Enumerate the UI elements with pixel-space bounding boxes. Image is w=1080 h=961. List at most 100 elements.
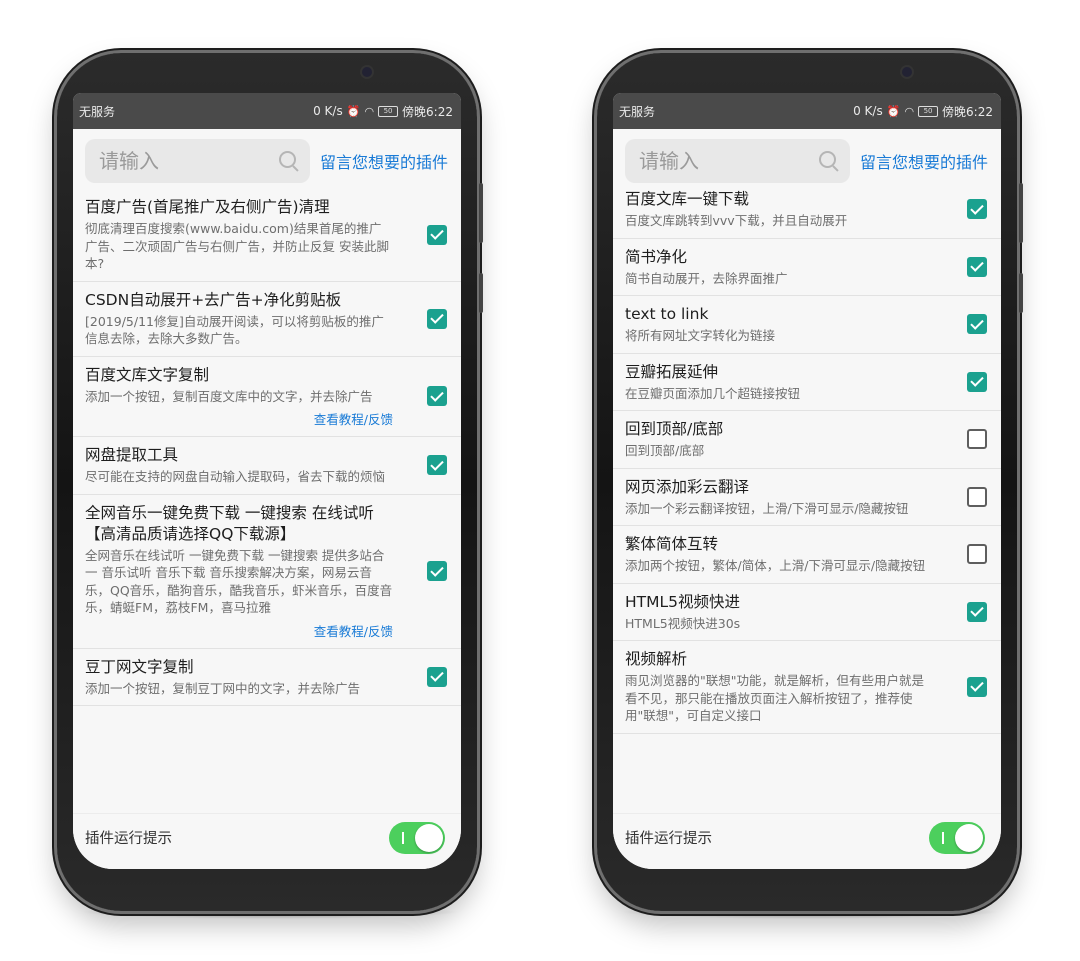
checkbox-checked-icon[interactable] <box>967 601 987 622</box>
plugin-item[interactable]: 豆瓣拓展延伸在豆瓣页面添加几个超链接按钮 <box>613 354 1001 411</box>
checkbox-unchecked-icon[interactable] <box>967 429 987 450</box>
screen: 无服务 0 K/s ⏰ ◠ 50 傍晚6:22 留言您想要的插件 百度文库一键下… <box>613 93 1001 869</box>
plugin-item[interactable]: CSDN自动展开+去广告+净化剪贴板 [2019/5/11修复]自动展开阅读，可以… <box>73 282 461 357</box>
plugin-description: 全网音乐在线试听 一键免费下载 一键搜索 提供多站合一 音乐试听 音乐下载 音乐… <box>85 547 393 616</box>
search-input[interactable] <box>97 148 271 174</box>
bottom-bar: 插件运行提示 <box>73 813 461 869</box>
plugin-description: 彻底清理百度搜索(www.baidu.com)结果首尾的推广广告、二次顽固广告与… <box>85 221 389 271</box>
plugin-title: 繁体简体互转 <box>625 535 719 553</box>
wifi-icon: ◠ <box>364 104 375 118</box>
plugin-description: 添加一个彩云翻译按钮，上滑/下滑可显示/隐藏按钮 <box>625 500 909 516</box>
screen: 无服务 0 K/s ⏰ ◠ 50 傍晚6:22 留言您想要的插件 百度广告(首尾… <box>73 93 461 869</box>
plugin-list: 百度文库一键下载百度文库跳转到vvv下载，并且自动展开简书净化简书自动展开，去除… <box>613 181 1001 813</box>
wifi-icon: ◠ <box>904 104 915 118</box>
plugin-item[interactable]: 视频解析雨见浏览器的"联想"功能，就是解析，但有些用户就是看不见，那只能在播放页… <box>613 641 1001 734</box>
search-box[interactable] <box>625 139 850 183</box>
plugin-item[interactable]: 网页添加彩云翻译添加一个彩云翻译按钮，上滑/下滑可显示/隐藏按钮 <box>613 469 1001 526</box>
plugin-description: 将所有网址文字转化为链接 <box>625 328 776 343</box>
plugin-description: 添加一个按钮，复制豆丁网中的文字，并去除广告 <box>85 680 361 696</box>
clock: 傍晚6:22 <box>942 104 993 119</box>
plugin-item[interactable]: 百度广告(首尾推广及右侧广告)清理彻底清理百度搜索(www.baidu.com)… <box>73 189 461 282</box>
checkbox-checked-icon[interactable] <box>967 676 987 697</box>
request-plugin-link[interactable]: 留言您想要的插件 <box>320 149 448 173</box>
plugin-title: text to link <box>625 305 709 323</box>
checkbox-unchecked-icon[interactable] <box>967 544 987 565</box>
plugin-description: 百度文库跳转到vvv下载，并且自动展开 <box>625 213 848 228</box>
plugin-item[interactable]: 百度文库文字复制 添加一个按钮，复制百度文库中的文字，并去除广告 查看教程/反馈 <box>73 357 461 437</box>
toggle-knob <box>955 823 983 852</box>
network-speed: 0 K/s <box>853 104 883 118</box>
battery-icon: 50 <box>378 105 399 117</box>
checkbox-checked-icon[interactable] <box>427 386 447 407</box>
checkbox-checked-icon[interactable] <box>967 371 987 392</box>
tutorial-feedback-link[interactable]: 查看教程/反馈 <box>85 409 393 428</box>
tutorial-feedback-link[interactable]: 查看教程/反馈 <box>85 621 393 640</box>
search-row: 留言您想要的插件 <box>613 129 1001 189</box>
plugin-title: 百度广告(首尾推广及右侧广告)清理 <box>85 198 330 216</box>
plugin-title: 简书净化 <box>625 247 688 266</box>
plugin-title: HTML5视频快进 <box>625 592 740 611</box>
plugin-title: 网页添加彩云翻译 <box>625 477 750 496</box>
run-hint-toggle[interactable] <box>389 821 445 854</box>
volume-button <box>479 183 483 243</box>
power-button <box>1019 273 1023 313</box>
plugin-item[interactable]: 繁体简体互转添加两个按钮，繁体/简体，上滑/下滑可显示/隐藏按钮 <box>613 526 1001 584</box>
phone-left: 无服务 0 K/s ⏰ ◠ 50 傍晚6:22 留言您想要的插件 百度广告(首尾… <box>57 53 483 911</box>
plugin-item[interactable]: 百度文库一键下载百度文库跳转到vvv下载，并且自动展开 <box>613 181 1001 239</box>
plugin-item[interactable]: 回到顶部/底部 回到顶部/底部 <box>613 411 1001 469</box>
plugin-title: 豆丁网文字复制 <box>85 657 194 676</box>
plugin-description: 添加一个按钮，复制百度文库中的文字，并去除广告 <box>85 388 373 404</box>
front-camera-icon <box>902 67 912 77</box>
front-camera-icon <box>362 67 372 77</box>
plugin-description: 雨见浏览器的"联想"功能，就是解析，但有些用户就是看不见，那只能在播放页面注入解… <box>625 673 925 723</box>
plugin-description: 在豆瓣页面添加几个超链接按钮 <box>625 385 801 401</box>
request-plugin-link[interactable]: 留言您想要的插件 <box>860 149 988 173</box>
search-box[interactable] <box>85 139 310 183</box>
alarm-icon: ⏰ <box>346 104 361 118</box>
plugin-description: 简书自动展开，去除界面推广 <box>625 270 788 286</box>
plugin-item[interactable]: 全网音乐一键免费下载 一键搜索 在线试听【高清品质请选择QQ下载源】 全网音乐在线… <box>73 495 461 649</box>
plugin-item[interactable]: text to link 将所有网址文字转化为链接 <box>613 296 1001 354</box>
status-bar: 无服务 0 K/s ⏰ ◠ 50 傍晚6:22 <box>73 93 461 129</box>
checkbox-checked-icon[interactable] <box>967 314 987 335</box>
search-input[interactable] <box>637 148 811 174</box>
network-speed: 0 K/s <box>313 104 343 118</box>
plugin-description: 回到顶部/底部 <box>625 443 705 458</box>
checkbox-checked-icon[interactable] <box>967 199 987 220</box>
checkbox-checked-icon[interactable] <box>427 455 447 476</box>
checkbox-unchecked-icon[interactable] <box>967 486 987 507</box>
plugin-item[interactable]: HTML5视频快进 HTML5视频快进30s <box>613 584 1001 641</box>
alarm-icon: ⏰ <box>886 104 901 118</box>
checkbox-checked-icon[interactable] <box>427 308 447 329</box>
plugin-item[interactable]: 简书净化简书自动展开，去除界面推广 <box>613 239 1001 296</box>
checkbox-checked-icon[interactable] <box>967 256 987 277</box>
plugin-description: [2019/5/11修复]自动展开阅读，可以将剪贴板的推广信息去除，去除大多数广… <box>85 313 384 347</box>
checkbox-checked-icon[interactable] <box>427 224 447 245</box>
plugin-title: 视频解析 <box>625 650 688 668</box>
status-bar: 无服务 0 K/s ⏰ ◠ 50 傍晚6:22 <box>613 93 1001 129</box>
plugin-title: 豆瓣拓展延伸 <box>625 362 719 381</box>
checkbox-checked-icon[interactable] <box>427 666 447 687</box>
plugin-description: 尽可能在支持的网盘自动输入提取码，省去下载的烦恼 <box>85 469 386 484</box>
checkbox-checked-icon[interactable] <box>427 561 447 581</box>
plugin-title: 百度文库一键下载 <box>625 190 750 208</box>
battery-icon: 50 <box>918 105 939 117</box>
run-hint-label: 插件运行提示 <box>85 831 172 847</box>
carrier-text: 无服务 <box>619 104 656 119</box>
search-icon[interactable] <box>278 150 300 172</box>
search-row: 留言您想要的插件 <box>73 129 461 189</box>
carrier-text: 无服务 <box>79 104 116 119</box>
volume-button <box>1019 183 1023 243</box>
toggle-knob <box>415 823 443 852</box>
search-icon[interactable] <box>818 150 840 172</box>
run-hint-toggle[interactable] <box>929 821 985 854</box>
power-button <box>479 273 483 313</box>
plugin-item[interactable]: 豆丁网文字复制添加一个按钮，复制豆丁网中的文字，并去除广告 <box>73 649 461 706</box>
plugin-title: CSDN自动展开+去广告+净化剪贴板 <box>85 290 342 309</box>
plugin-title: 全网音乐一键免费下载 一键搜索 在线试听【高清品质请选择QQ下载源】 <box>85 503 374 543</box>
plugin-item[interactable]: 网盘提取工具尽可能在支持的网盘自动输入提取码，省去下载的烦恼 <box>73 437 461 495</box>
phone-right: 无服务 0 K/s ⏰ ◠ 50 傍晚6:22 留言您想要的插件 百度文库一键下… <box>597 53 1023 911</box>
plugin-description: 添加两个按钮，繁体/简体，上滑/下滑可显示/隐藏按钮 <box>625 558 926 573</box>
plugin-title: 网盘提取工具 <box>85 446 179 464</box>
run-hint-label: 插件运行提示 <box>625 831 712 847</box>
